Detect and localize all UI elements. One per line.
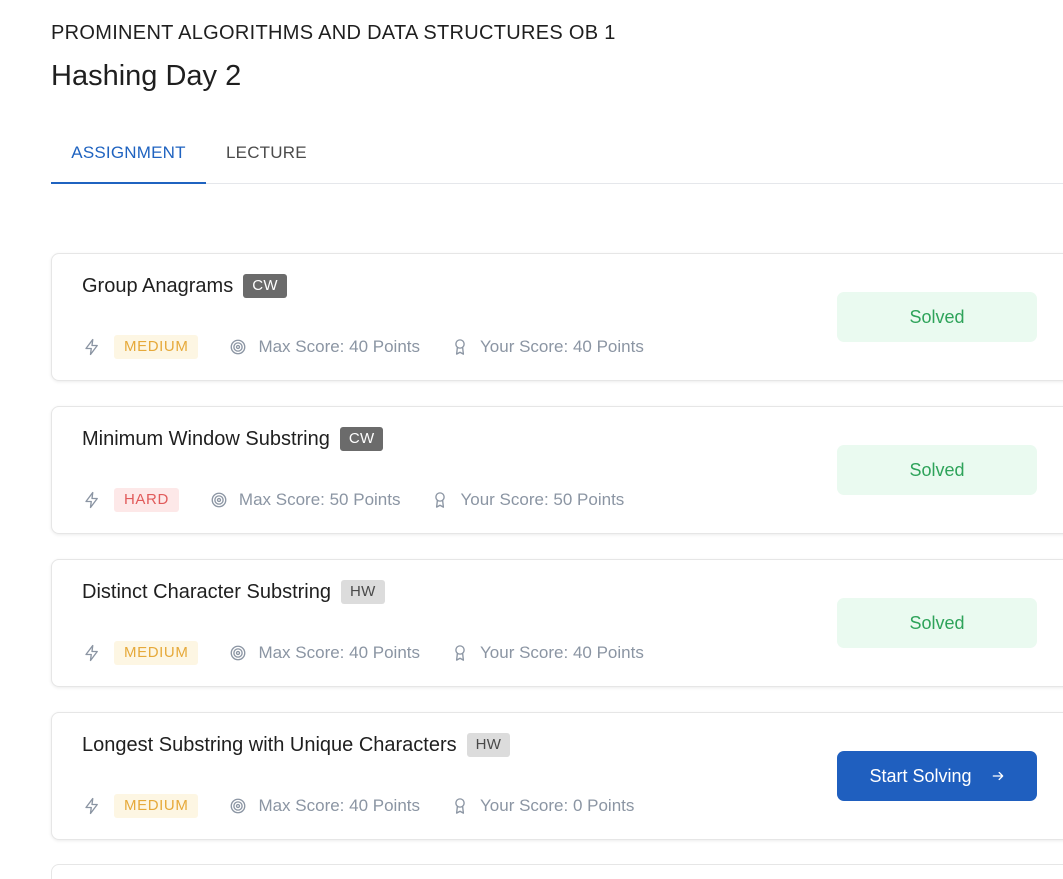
max-score: Max Score: 40 Points (258, 643, 421, 662)
problem-type-tag: CW (243, 274, 287, 298)
award-icon (450, 337, 470, 357)
start-solving-label: Start Solving (869, 766, 972, 786)
your-score: Your Score: 0 Points (480, 796, 635, 815)
award-icon (430, 490, 450, 510)
page-title: Hashing Day 2 (51, 60, 242, 92)
target-icon (228, 337, 248, 357)
your-score: Your Score: 50 Points (460, 490, 625, 509)
arrow-right-icon (991, 752, 1005, 802)
max-score: Max Score: 50 Points (238, 490, 401, 509)
solved-status[interactable]: Solved (837, 598, 1037, 648)
problem-meta: MEDIUM Max Score: 40 Points Your Score: … (82, 793, 634, 819)
problem-card-distinct-character-substring[interactable]: Distinct Character Substring HW MEDIUM M… (51, 559, 1063, 687)
problem-type-tag: HW (466, 733, 511, 757)
solved-status[interactable]: Solved (837, 292, 1037, 342)
problem-title-row: Minimum Window Substring CW (82, 427, 384, 451)
max-score: Max Score: 40 Points (258, 337, 421, 356)
tab-bar: ASSIGNMENT LECTURE (51, 128, 1063, 184)
award-icon (450, 643, 470, 663)
lightning-icon (82, 796, 102, 816)
problem-type-tag: CW (339, 427, 384, 451)
start-solving-button[interactable]: Start Solving (837, 751, 1037, 801)
problem-card-longest-substring-unique-characters[interactable]: Longest Substring with Unique Characters… (51, 712, 1063, 840)
lightning-icon (82, 490, 102, 510)
difficulty-badge: MEDIUM (114, 641, 199, 665)
problem-title[interactable]: Minimum Window Substring (82, 428, 330, 451)
tab-assignment[interactable]: ASSIGNMENT (51, 128, 206, 184)
problem-title-row: Distinct Character Substring HW (82, 580, 385, 604)
assignment-page: PROMINENT ALGORITHMS AND DATA STRUCTURES… (0, 0, 1063, 879)
problem-title-row: Group Anagrams CW (82, 274, 287, 298)
problem-title[interactable]: Group Anagrams (82, 275, 233, 298)
problem-meta: MEDIUM Max Score: 40 Points Your Score: … (82, 640, 644, 666)
award-icon (450, 796, 470, 816)
problem-meta: MEDIUM Max Score: 40 Points Your Score: … (82, 334, 644, 360)
difficulty-badge: HARD (114, 488, 179, 512)
lightning-icon (82, 643, 102, 663)
max-score: Max Score: 40 Points (258, 796, 421, 815)
target-icon (228, 796, 248, 816)
problem-type-tag: HW (340, 580, 385, 604)
difficulty-badge: MEDIUM (114, 335, 199, 359)
problem-title[interactable]: Distinct Character Substring (82, 581, 331, 604)
course-name: PROMINENT ALGORITHMS AND DATA STRUCTURES… (51, 22, 616, 44)
problem-title[interactable]: Longest Substring with Unique Characters (82, 734, 457, 757)
difficulty-badge: MEDIUM (114, 794, 199, 818)
your-score: Your Score: 40 Points (480, 337, 644, 356)
target-icon (228, 643, 248, 663)
solved-status[interactable]: Solved (837, 445, 1037, 495)
problem-title-row: Longest Substring with Unique Characters… (82, 733, 511, 757)
problem-meta: HARD Max Score: 50 Points Your Score: 50… (82, 487, 624, 513)
your-score: Your Score: 40 Points (480, 643, 644, 662)
problem-card-minimum-window-substring[interactable]: Minimum Window Substring CW HARD Max Sco… (51, 406, 1063, 534)
lightning-icon (82, 337, 102, 357)
problem-card-next[interactable] (51, 864, 1063, 879)
problem-card-group-anagrams[interactable]: Group Anagrams CW MEDIUM Max Score: 40 P… (51, 253, 1063, 381)
tab-lecture[interactable]: LECTURE (226, 128, 307, 182)
target-icon (209, 490, 229, 510)
